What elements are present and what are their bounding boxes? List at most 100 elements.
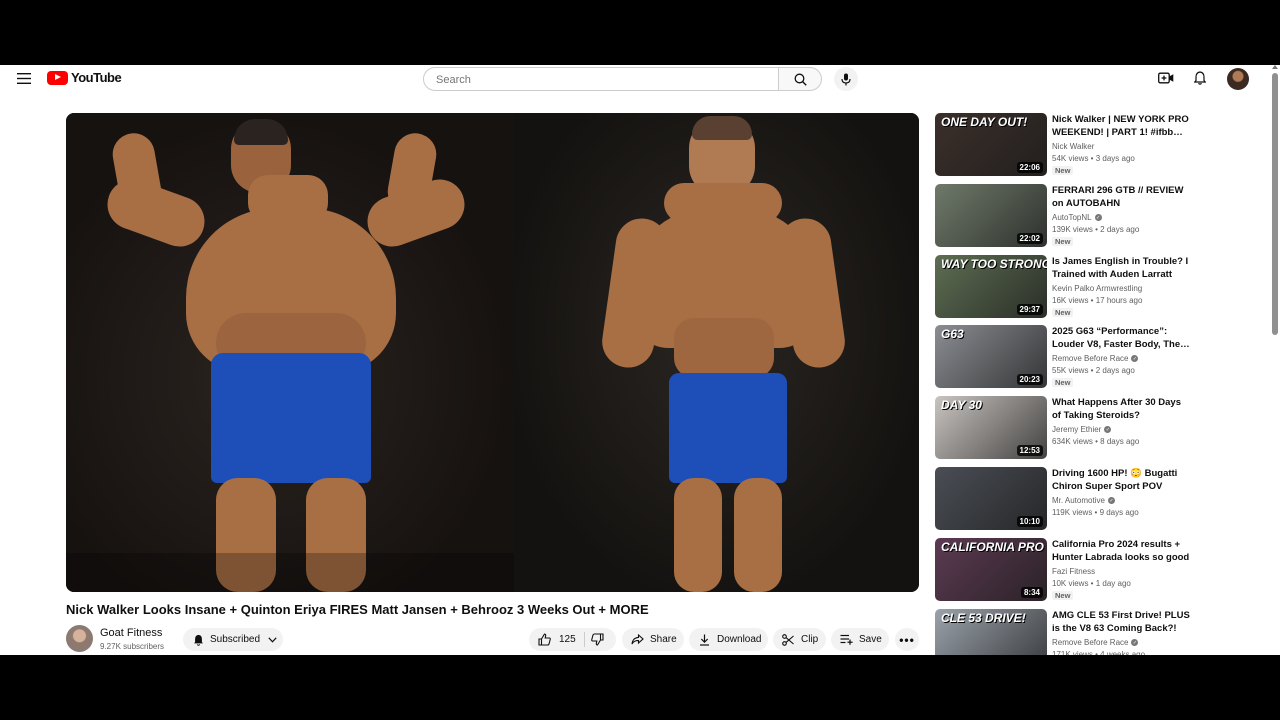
video-duration: 8:34 — [1020, 587, 1043, 598]
clip-button[interactable]: Clip — [773, 628, 826, 651]
thumbnail-text: CALIFORNIA PRO 2024 — [941, 540, 1047, 554]
subscribed-button[interactable]: Subscribed — [183, 628, 283, 651]
search-button[interactable] — [779, 67, 822, 91]
recommendation-thumbnail[interactable]: DAY 30 12:53 — [935, 396, 1047, 459]
recommendation-channel-name: Kevin Palko Armwrestling — [1052, 284, 1143, 293]
video-duration: 29:37 — [1016, 304, 1043, 315]
recommendation-title[interactable]: What Happens After 30 Days of Taking Ste… — [1052, 396, 1190, 422]
voice-search-button[interactable] — [834, 67, 858, 91]
clip-label: Clip — [801, 634, 819, 645]
recommendation-thumbnail[interactable]: CALIFORNIA PRO 2024 8:34 — [935, 538, 1047, 601]
recommendation-thumbnail[interactable]: 10:10 — [935, 467, 1047, 530]
new-badge: New — [1052, 308, 1074, 317]
thumbs-down-icon — [591, 633, 605, 647]
recommendation-title[interactable]: Is James English in Trouble? I Trained w… — [1052, 255, 1190, 281]
more-horizontal-icon: ••• — [899, 632, 915, 647]
recommendation-title[interactable]: FERRARI 296 GTB // REVIEW on AUTOBAHN — [1052, 184, 1190, 210]
recommendation-item[interactable]: 10:10 Driving 1600 HP! 😳 Bugatti Chiron S… — [935, 467, 1255, 530]
masthead: YouTube — [0, 65, 1270, 93]
recommendation-item[interactable]: CALIFORNIA PRO 2024 8:34 California Pro 20… — [935, 538, 1255, 601]
recommendation-meta: 16K views • 17 hours ago — [1052, 296, 1143, 305]
recommendation-channel-name: Remove Before Race — [1052, 354, 1129, 363]
video-duration: 22:06 — [1016, 162, 1043, 173]
recommendation-item[interactable]: DAY 30 12:53 What Happens After 30 Days of… — [935, 396, 1255, 459]
new-badge: New — [1052, 591, 1074, 600]
recommendation-channel[interactable]: Mr. Automotive ✓ — [1052, 496, 1115, 505]
more-actions-button[interactable]: ••• — [895, 628, 919, 651]
verified-check-icon: ✓ — [1107, 497, 1115, 504]
video-player[interactable] — [66, 113, 919, 592]
recommendation-thumbnail[interactable]: ONE DAY OUT! 22:06 — [935, 113, 1047, 176]
bell-icon — [191, 633, 205, 647]
recommendation-meta: 119K views • 9 days ago — [1052, 508, 1139, 517]
recommendation-channel[interactable]: Remove Before Race ✓ — [1052, 638, 1139, 647]
new-badge: New — [1052, 166, 1074, 175]
thumbnail-text: DAY 30 — [941, 398, 982, 412]
video-duration: 20:23 — [1016, 374, 1043, 385]
like-button[interactable]: 125 — [529, 628, 576, 651]
dislike-button[interactable] — [585, 628, 605, 651]
save-button[interactable]: Save — [831, 628, 889, 651]
recommendation-channel-name: Mr. Automotive — [1052, 496, 1105, 505]
recommendation-item[interactable]: G63 20:23 2025 G63 “Performance”: Louder V… — [935, 325, 1255, 388]
recommendation-channel[interactable]: Fazi Fitness — [1052, 567, 1095, 576]
verified-check-icon: ✓ — [1104, 426, 1112, 433]
verified-check-icon: ✓ — [1131, 639, 1139, 646]
menu-button[interactable] — [14, 68, 34, 88]
recommendation-channel-name: Nick Walker — [1052, 142, 1095, 151]
scrollbar[interactable] — [1270, 65, 1280, 655]
recommendation-item[interactable]: 22:02 FERRARI 296 GTB // REVIEW on AUTOBA… — [935, 184, 1255, 247]
recommendation-channel[interactable]: Jeremy Ethier ✓ — [1052, 425, 1112, 434]
thumbnail-text: ONE DAY OUT! — [941, 115, 1028, 129]
account-avatar[interactable] — [1227, 68, 1249, 90]
recommendation-item[interactable]: CLE 53 DRIVE! AMG CLE 53 First Drive! PLU… — [935, 609, 1255, 655]
recommendation-meta: 634K views • 8 days ago — [1052, 437, 1140, 446]
search-input[interactable] — [434, 68, 768, 92]
video-frame-left — [66, 113, 514, 592]
new-badge: New — [1052, 237, 1074, 246]
recommendation-channel[interactable]: AutoTopNL ✓ — [1052, 213, 1102, 222]
recommendation-title[interactable]: California Pro 2024 results + Hunter Lab… — [1052, 538, 1190, 564]
verified-check-icon: ✓ — [1094, 214, 1102, 221]
recommendation-meta: 139K views • 2 days ago — [1052, 225, 1140, 234]
recommendation-thumbnail[interactable]: CLE 53 DRIVE! — [935, 609, 1047, 655]
recommendation-channel-name: Remove Before Race — [1052, 638, 1129, 647]
create-button[interactable] — [1156, 68, 1176, 88]
subscribed-label: Subscribed — [210, 634, 261, 645]
video-camera-plus-icon — [1158, 72, 1174, 84]
recommendation-meta: 55K views • 2 days ago — [1052, 366, 1135, 375]
recommendation-channel[interactable]: Nick Walker — [1052, 142, 1094, 151]
scroll-up-arrow-icon[interactable] — [1272, 65, 1278, 69]
new-badge: New — [1052, 378, 1074, 387]
thumbnail-text: WAY TOO STRONG — [941, 257, 1047, 271]
youtube-watch-page: YouTube Search Nick Walker Looks Insane … — [0, 65, 1280, 655]
recommendation-item[interactable]: ONE DAY OUT! 22:06 Nick Walker | NEW YORK … — [935, 113, 1255, 176]
recommendation-thumbnail[interactable]: 22:02 — [935, 184, 1047, 247]
recommendation-channel[interactable]: Kevin Palko Armwrestling — [1052, 284, 1142, 293]
recommendation-title[interactable]: Driving 1600 HP! 😳 Bugatti Chiron Super … — [1052, 467, 1190, 493]
download-button[interactable]: Download — [689, 628, 768, 651]
download-icon — [697, 633, 711, 647]
scroll-thumb[interactable] — [1272, 73, 1278, 335]
recommendation-title[interactable]: 2025 G63 “Performance”: Louder V8, Faste… — [1052, 325, 1190, 351]
like-dislike-group: 125 — [529, 628, 616, 651]
recommendation-title[interactable]: Nick Walker | NEW YORK PRO WEEKEND! | PA… — [1052, 113, 1190, 139]
channel-name[interactable]: Goat Fitness — [100, 627, 162, 639]
chevron-down-icon — [265, 633, 279, 647]
recommendation-thumbnail[interactable]: WAY TOO STRONG 29:37 — [935, 255, 1047, 318]
recommendation-item[interactable]: WAY TOO STRONG 29:37 Is James English in T… — [935, 255, 1255, 318]
channel-avatar[interactable] — [66, 625, 93, 652]
scissors-icon — [781, 633, 795, 647]
share-button[interactable]: Share — [622, 628, 684, 651]
share-arrow-icon — [630, 633, 644, 647]
recommendation-channel[interactable]: Remove Before Race ✓ — [1052, 354, 1139, 363]
youtube-logo[interactable]: YouTube — [47, 70, 122, 85]
recommendation-title[interactable]: AMG CLE 53 First Drive! PLUS is the V8 6… — [1052, 609, 1190, 635]
download-label: Download — [717, 634, 762, 645]
recommendation-thumbnail[interactable]: G63 20:23 — [935, 325, 1047, 388]
save-label: Save — [859, 634, 882, 645]
thumbnail-text: CLE 53 DRIVE! — [941, 611, 1026, 625]
verified-check-icon: ✓ — [1131, 355, 1139, 362]
notifications-button[interactable] — [1190, 68, 1210, 88]
recommendation-channel-name: Jeremy Ethier — [1052, 425, 1102, 434]
